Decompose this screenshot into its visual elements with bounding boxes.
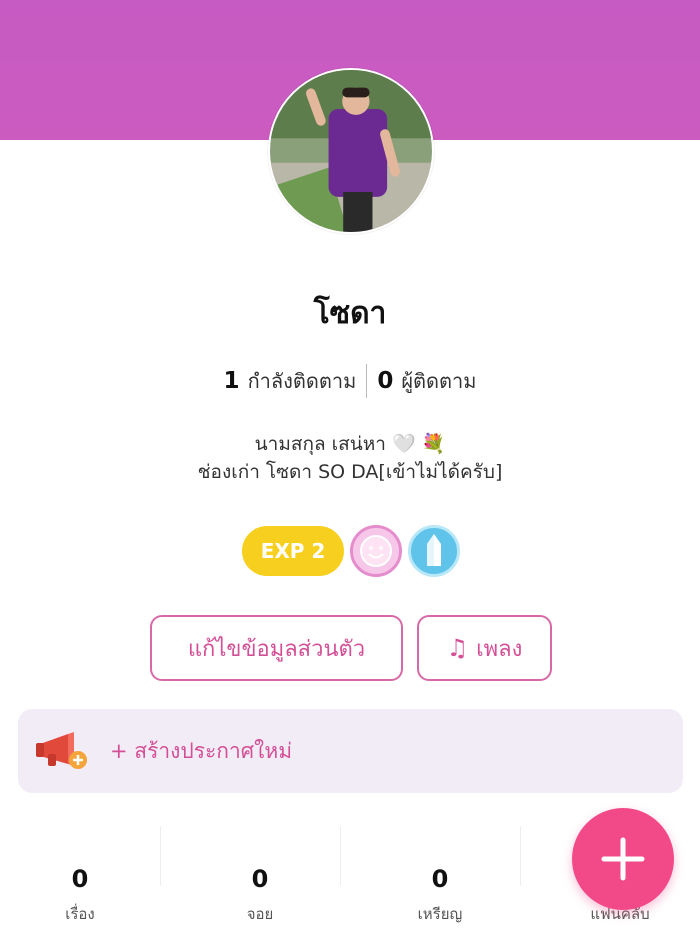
crystal-badge-icon[interactable] bbox=[408, 525, 460, 577]
megaphone-icon bbox=[36, 732, 87, 769]
plus-icon bbox=[601, 837, 645, 881]
smiley-badge-icon[interactable] bbox=[350, 525, 402, 577]
profile-bio: นามสกุล เสน่หา 🤍 💐 ช่องเก่า โซดา SO DA[เ… bbox=[0, 430, 700, 486]
avatar-photo bbox=[270, 70, 432, 232]
exp-badge[interactable]: EXP 2 bbox=[242, 526, 344, 576]
counter-label: เหรียญ bbox=[417, 905, 463, 923]
stats-divider bbox=[366, 364, 368, 398]
create-announcement-label: + สร้างประกาศใหม่ bbox=[110, 738, 293, 763]
edit-profile-label: แก้ไขข้อมูลส่วนตัว bbox=[187, 636, 366, 662]
music-note-icon: ♫ bbox=[446, 634, 469, 662]
follow-stats: 1 กำลังติดตาม 0 ผู้ติดตาม bbox=[0, 364, 700, 398]
counter-value: 0 bbox=[431, 865, 449, 893]
music-label: เพลง bbox=[476, 636, 523, 662]
profile-name: โซดา bbox=[313, 296, 387, 331]
following-count[interactable]: 1 bbox=[224, 368, 240, 394]
counter-divider bbox=[520, 826, 521, 886]
bio-line-2: ช่องเก่า โซดา SO DA[เข้าไม่ได้ครับ] bbox=[197, 461, 503, 483]
counter-value: 0 bbox=[251, 865, 269, 893]
badge-row: EXP 2 bbox=[242, 525, 460, 577]
counter-joy[interactable]: 0 จอย bbox=[180, 820, 340, 933]
followers-count[interactable]: 0 bbox=[377, 368, 393, 394]
counter-label: จอย bbox=[246, 905, 274, 923]
following-label[interactable]: กำลังติดตาม bbox=[248, 365, 357, 397]
counter-divider bbox=[340, 826, 341, 886]
bio-line-1: นามสกุล เสน่หา 🤍 💐 bbox=[254, 433, 446, 455]
counter-stories[interactable]: 0 เรื่อง bbox=[0, 820, 160, 933]
edit-profile-button[interactable]: แก้ไขข้อมูลส่วนตัว bbox=[150, 615, 403, 681]
create-fab-button[interactable] bbox=[572, 808, 674, 910]
followers-label[interactable]: ผู้ติดตาม bbox=[401, 365, 476, 397]
music-button[interactable]: ♫ เพลง bbox=[417, 615, 552, 681]
profile-avatar[interactable] bbox=[268, 68, 434, 234]
counter-value: 0 bbox=[71, 865, 89, 893]
create-announcement-bar[interactable]: + สร้างประกาศใหม่ bbox=[18, 709, 683, 793]
counter-label: เรื่อง bbox=[65, 905, 95, 923]
counter-divider bbox=[160, 826, 161, 886]
counter-coins[interactable]: 0 เหรียญ bbox=[360, 820, 520, 933]
